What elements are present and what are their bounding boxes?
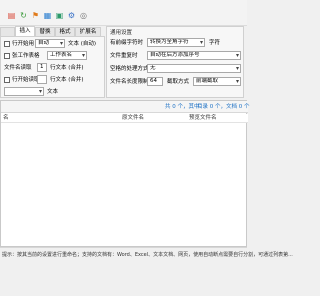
file-list-area: 共 0 个，其中： 目录 0 个，文档 0 个 名 原文件名 预览文件名	[0, 100, 250, 247]
col-preview[interactable]: 预览文件名	[189, 114, 217, 123]
readstart-checkbox[interactable]	[4, 77, 10, 83]
general-settings-panel: 通用设置 有前缀字符时 转换为全角字符 字符 文件重复时 自动在后方添加序号 空…	[106, 26, 244, 98]
sheet-select[interactable]: 工作表名	[47, 51, 87, 60]
readstart-input[interactable]	[37, 75, 47, 84]
readstart-label: 行开始读取	[12, 77, 40, 83]
tab-replace[interactable]: 替换	[35, 27, 55, 36]
refresh-icon[interactable]: ↻	[18, 10, 29, 21]
length-input[interactable]: 64	[147, 77, 163, 86]
col-name[interactable]: 名	[3, 114, 9, 123]
apply-icon[interactable]: ▦	[42, 10, 53, 21]
duplicate-select[interactable]: 自动在后方添加序号	[147, 51, 241, 60]
general-settings-title: 通用设置	[110, 30, 133, 36]
start-checkbox[interactable]	[4, 41, 10, 47]
tab-first[interactable]	[0, 27, 15, 36]
doc-red-icon[interactable]: ▤	[6, 10, 17, 21]
duplicate-label: 文件重复时	[110, 53, 138, 59]
char-button[interactable]: 字符	[209, 38, 220, 48]
list-toolbar: 共 0 个，其中： 目录 0 个，文档 0 个	[1, 101, 250, 113]
col-original[interactable]: 原文件名	[122, 114, 144, 123]
read-suffix: 行文本 (合并)	[50, 65, 84, 71]
read-label: 文件名读取	[4, 65, 32, 71]
mode-select[interactable]: 前端截取	[193, 77, 241, 86]
start-select[interactable]: 自动	[35, 39, 65, 48]
main-toolbar: ▤ ↻ ⚑ ▦ ▣ ⚙ ◎	[0, 0, 247, 26]
list-header: 名 原文件名 预览文件名	[1, 114, 248, 123]
space-select[interactable]: 无	[147, 64, 241, 73]
mode-label: 截取方式	[167, 79, 190, 85]
space-label: 空格的处理方式	[110, 66, 149, 72]
readstart-suffix: 行文本 (合并)	[50, 77, 84, 83]
hint-bar: 提示：按其当前的设置进行重命名；支持的文档有：Word、Excel、文本文档、网…	[0, 248, 293, 296]
read-line-input[interactable]: 1	[37, 63, 47, 72]
hint-text: 提示：按其当前的设置进行重命名；支持的文档有：Word、Excel、文本文档、网…	[2, 252, 293, 258]
prefix-char-select[interactable]: 转换为全角字符	[147, 38, 205, 47]
list-summary-detail: 目录 0 个，文档 0 个	[197, 104, 250, 110]
flag-icon[interactable]: ⚑	[30, 10, 41, 21]
start-label: 行开始用	[12, 41, 35, 47]
sheet-label: 张工作表格	[12, 53, 40, 59]
tab-extension[interactable]: 扩展名	[75, 27, 101, 36]
sheet-checkbox[interactable]	[4, 53, 10, 59]
prefix-char-label: 有前缀字符时	[110, 40, 144, 46]
length-label: 文件名长度限制	[110, 79, 149, 85]
tab-insert[interactable]: 插入	[15, 26, 35, 36]
left-options-panel: 行开始用 自动 文本 (自动) 张工作表格 工作表名 文件名读取 1 行文本 (…	[0, 36, 105, 98]
text-suffix: 文本	[47, 89, 59, 95]
run-icon[interactable]: ▣	[54, 10, 65, 21]
text-select[interactable]	[4, 87, 44, 96]
settings-icon[interactable]: ⚙	[66, 10, 77, 21]
tab-format[interactable]: 格式	[55, 27, 75, 36]
help-icon[interactable]: ◎	[78, 10, 89, 21]
start-suffix: 文本 (自动)	[68, 41, 97, 47]
mode-tabs: 插入 替换 格式 扩展名	[0, 26, 105, 36]
